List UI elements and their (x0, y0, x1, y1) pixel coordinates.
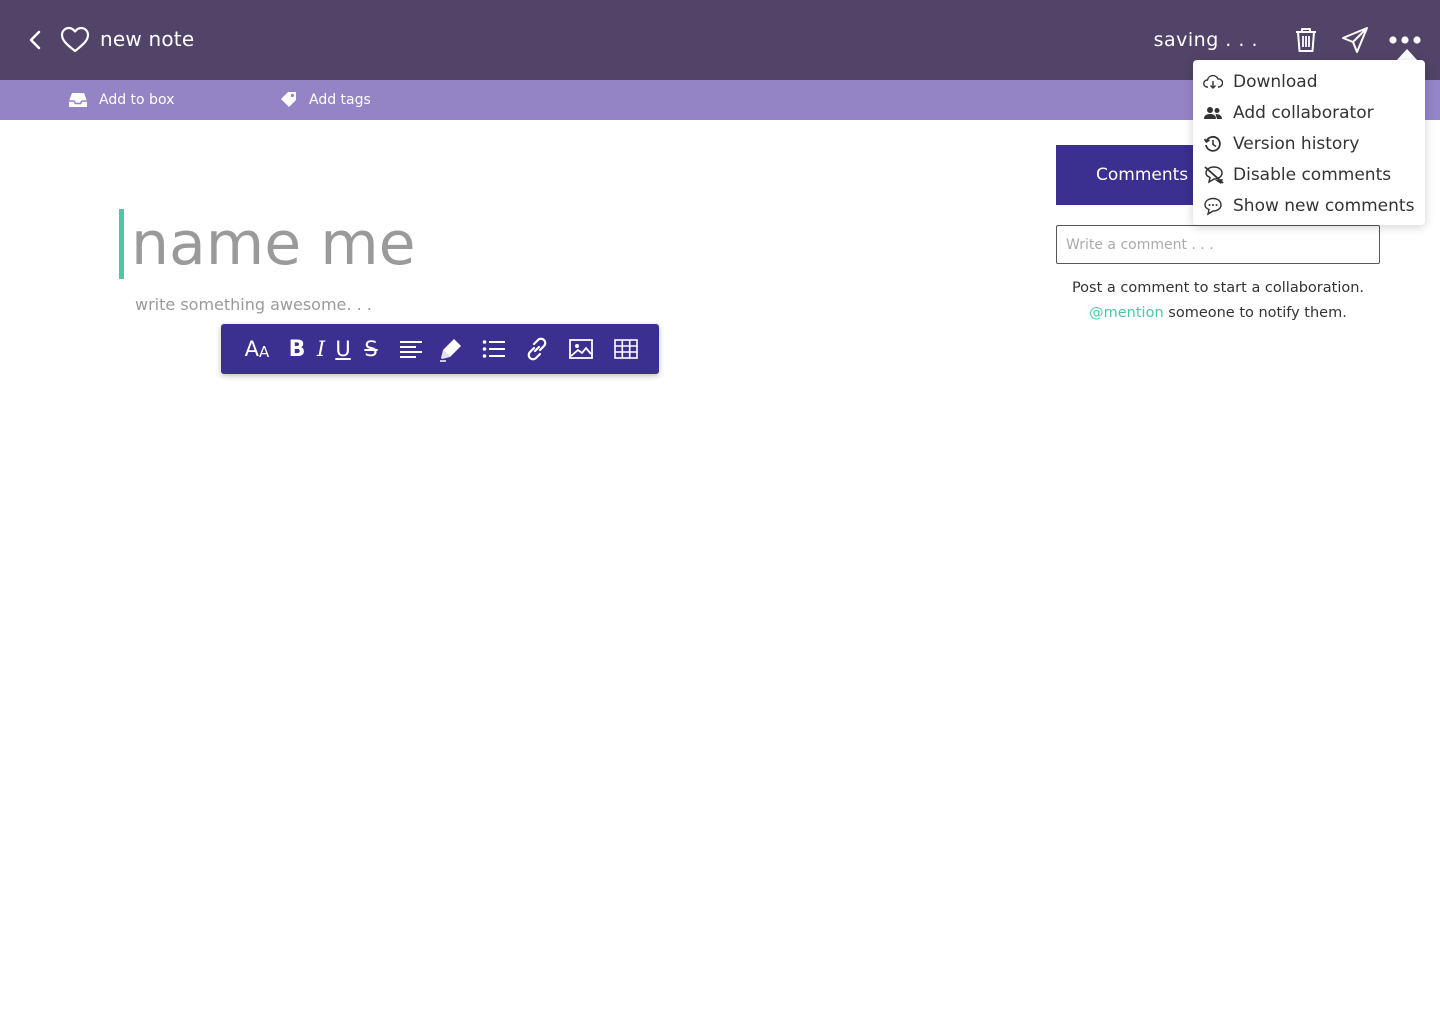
trash-icon[interactable] (1291, 25, 1321, 55)
bulleted-list-icon (482, 339, 506, 359)
menu-item-version-history[interactable]: Version history (1193, 128, 1425, 159)
history-icon (1203, 134, 1223, 154)
image-icon (569, 338, 593, 360)
menu-item-disable-comments[interactable]: Disable comments (1193, 159, 1425, 190)
bold-glyph: B (288, 336, 306, 362)
note-title[interactable]: new note (100, 27, 194, 51)
menu-item-label: Download (1233, 72, 1318, 92)
more-options-menu: Download Add collaborator Version histor… (1193, 60, 1425, 225)
cloud-download-icon (1203, 72, 1224, 92)
tag-icon (279, 90, 299, 110)
bold-button[interactable]: B (286, 324, 308, 374)
note-body-input[interactable] (135, 290, 735, 318)
send-icon[interactable] (1339, 24, 1371, 56)
inbox-icon (67, 91, 89, 109)
note-title-input[interactable] (131, 206, 831, 282)
menu-item-label: Disable comments (1233, 165, 1392, 185)
font-size-large-glyph: A (244, 337, 260, 361)
menu-item-label: Show new comments (1233, 196, 1415, 216)
underline-button[interactable]: U (333, 324, 353, 374)
italic-button[interactable]: I (313, 324, 329, 374)
comment-hint-line2: @mention someone to notify them. (1056, 301, 1380, 326)
add-tags-label: Add tags (309, 92, 371, 108)
back-chevron-icon[interactable] (22, 26, 50, 54)
comments-tab-label: Comments (1096, 165, 1189, 185)
add-tags-button[interactable]: Add tags (279, 80, 371, 120)
menu-item-label: Add collaborator (1233, 103, 1374, 123)
underline-glyph: U (335, 337, 351, 361)
comment-icon (1203, 196, 1223, 216)
save-status: saving . . . (1153, 29, 1258, 51)
font-size-small-glyph: A (259, 342, 270, 361)
highlight-button[interactable] (438, 324, 464, 374)
heart-icon[interactable] (59, 25, 91, 55)
menu-item-download[interactable]: Download (1193, 66, 1425, 97)
highlighter-icon (438, 336, 464, 362)
font-size-button[interactable]: AA (239, 324, 275, 374)
image-button[interactable] (569, 324, 593, 374)
menu-item-label: Version history (1233, 134, 1360, 154)
add-to-box-label: Add to box (99, 92, 175, 108)
table-button[interactable] (614, 324, 638, 374)
table-grid-icon (614, 338, 638, 360)
comment-hint: Post a comment to start a collaboration.… (1056, 276, 1380, 326)
align-left-icon (399, 340, 423, 358)
comment-off-icon (1203, 165, 1224, 185)
add-to-box-button[interactable]: Add to box (67, 80, 174, 120)
link-button[interactable] (524, 324, 550, 374)
align-button[interactable] (399, 324, 423, 374)
comment-hint-line1: Post a comment to start a collaboration. (1071, 280, 1365, 296)
menu-item-add-collaborator[interactable]: Add collaborator (1193, 97, 1425, 128)
strikethrough-glyph: S (364, 337, 378, 361)
formatting-toolbar: AA B I U S (221, 324, 659, 374)
title-cursor (119, 209, 124, 279)
strikethrough-button[interactable]: S (361, 324, 381, 374)
menu-item-show-new-comments[interactable]: Show new comments (1193, 190, 1425, 221)
list-button[interactable] (482, 324, 506, 374)
link-icon (524, 336, 550, 362)
mention-keyword: @mention (1089, 305, 1164, 321)
comment-hint-rest: someone to notify them. (1163, 305, 1347, 321)
italic-glyph: I (316, 337, 326, 361)
comment-input[interactable] (1056, 225, 1380, 264)
people-icon (1203, 103, 1223, 123)
